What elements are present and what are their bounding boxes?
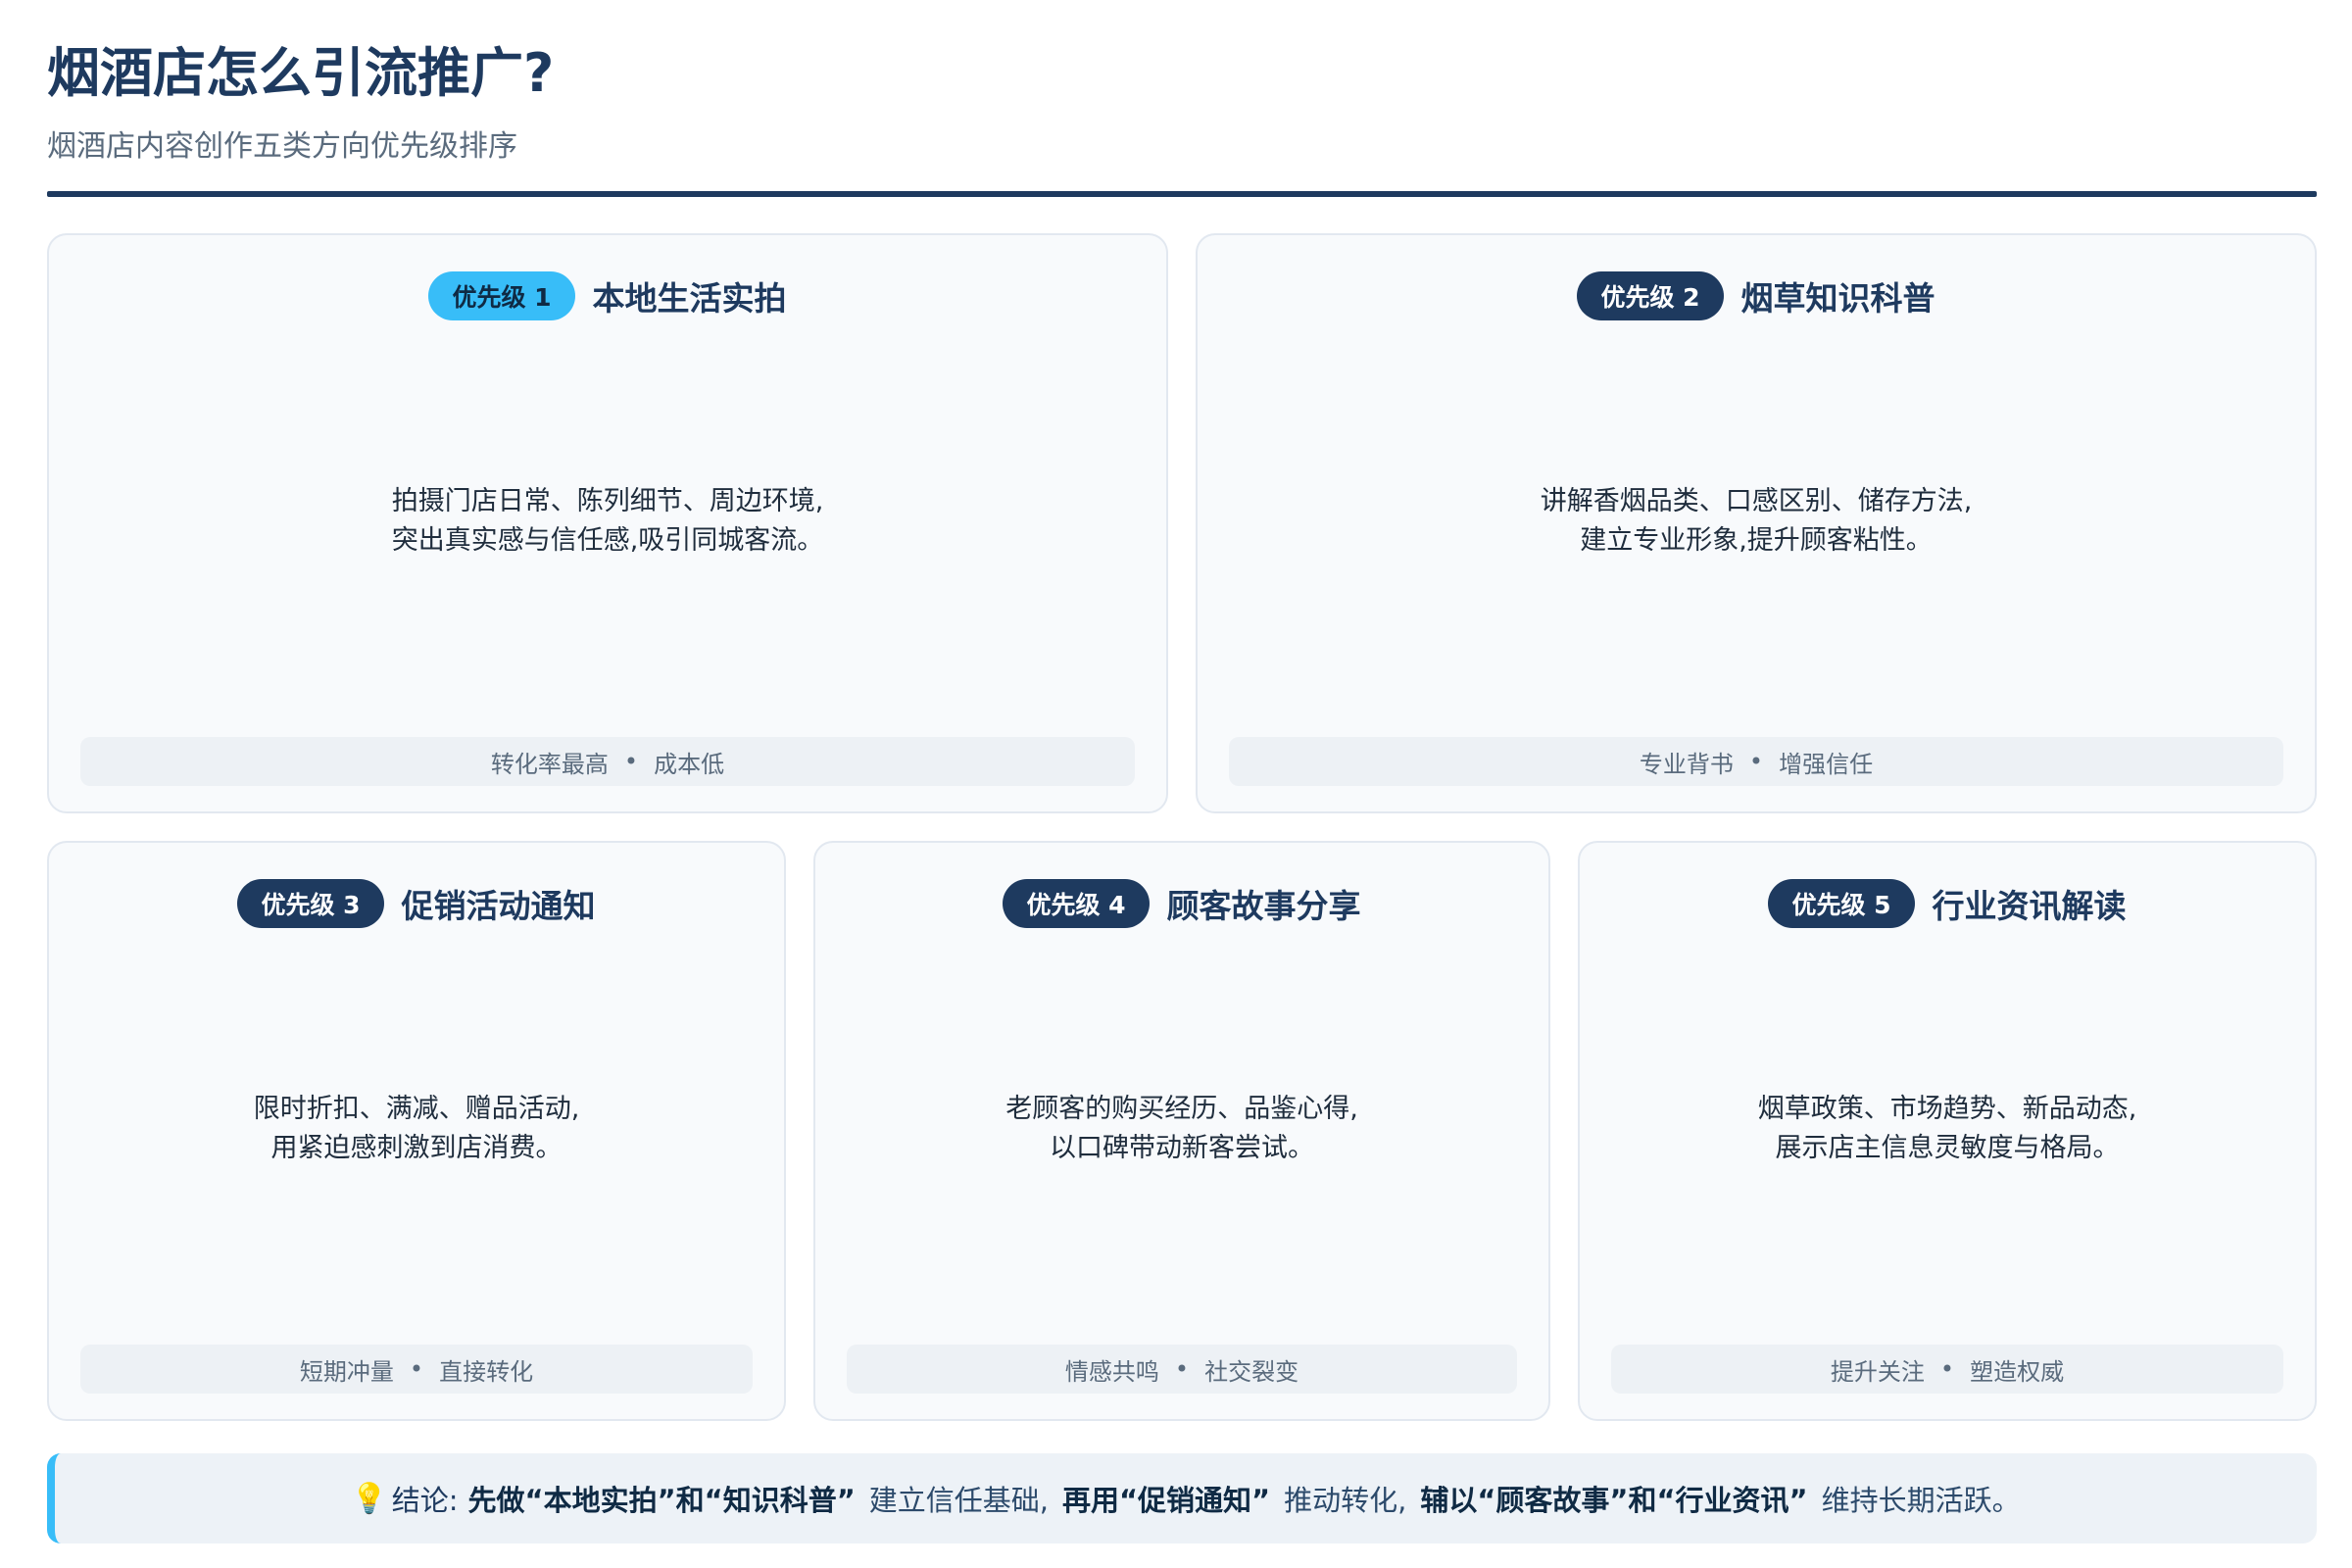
description-line: 突出真实感与信任感,吸引同城客流。 [391, 525, 824, 556]
card-header: 优先级 1 本地生活实拍 [49, 270, 1166, 321]
priority-card-3: 优先级 3 促销活动通知 限时折扣、满减、赠品活动, 用紧迫感刺激到店消费。 短… [47, 841, 786, 1421]
tag: 转化率最高 [490, 750, 609, 778]
priority-card-5: 优先级 5 行业资讯解读 烟草政策、市场趋势、新品动态, 展示店主信息灵敏度与格… [1578, 841, 2317, 1421]
card-title: 促销活动通知 [401, 887, 596, 925]
tag: 情感共鸣 [1064, 1357, 1159, 1386]
card-description: 讲解香烟品类、口感区别、储存方法, 建立专业形象,提升顾客粘性。 [1217, 321, 2295, 721]
conclusion-text: 维持长期活跃。 [1821, 1484, 2021, 1517]
card-description: 老顾客的购买经历、品鉴心得, 以口碑带动新客尝试。 [835, 929, 1529, 1329]
description-line: 限时折扣、满减、赠品活动, [253, 1094, 580, 1124]
card-description: 拍摄门店日常、陈列细节、周边环境, 突出真实感与信任感,吸引同城客流。 [69, 321, 1147, 721]
conclusion-emphasis: 再用“促销通知” [1062, 1484, 1271, 1517]
lightbulb-icon: 💡 [351, 1481, 388, 1516]
tag: 社交裂变 [1204, 1357, 1299, 1386]
tag-separator: • [1748, 748, 1764, 775]
card-tags: 转化率最高 • 成本低 [80, 737, 1135, 786]
description-line: 用紧迫感刺激到店消费。 [270, 1133, 563, 1163]
priority-badge: 优先级 1 [428, 271, 575, 320]
tag: 成本低 [654, 750, 725, 778]
priority-card-1: 优先级 1 本地生活实拍 拍摄门店日常、陈列细节、周边环境, 突出真实感与信任感… [47, 233, 1168, 813]
description-line: 展示店主信息灵敏度与格局。 [1775, 1133, 2120, 1163]
card-title: 本地生活实拍 [592, 279, 787, 318]
description-line: 老顾客的购买经历、品鉴心得, [1005, 1094, 1358, 1124]
conclusion-text: 建立信任基础, [868, 1484, 1049, 1517]
card-tags: 专业背书 • 增强信任 [1229, 737, 2283, 786]
tag: 直接转化 [439, 1357, 534, 1386]
card-title: 行业资讯解读 [1932, 887, 2127, 925]
priority-badge: 优先级 5 [1768, 879, 1915, 928]
priority-badge: 优先级 3 [237, 879, 384, 928]
card-tags: 短期冲量 • 直接转化 [80, 1345, 753, 1394]
conclusion-emphasis: 先做“本地实拍”和“知识科普” [467, 1484, 856, 1517]
tag: 短期冲量 [299, 1357, 394, 1386]
header-divider [47, 191, 2317, 197]
card-header: 优先级 4 顾客故事分享 [815, 878, 1548, 929]
card-header: 优先级 5 行业资讯解读 [1580, 878, 2315, 929]
priority-badge: 优先级 4 [1003, 879, 1150, 928]
description-line: 烟草政策、市场趋势、新品动态, [1757, 1094, 2137, 1124]
tag: 专业背书 [1639, 750, 1734, 778]
priority-card-2: 优先级 2 烟草知识科普 讲解香烟品类、口感区别、储存方法, 建立专业形象,提升… [1196, 233, 2317, 813]
card-header: 优先级 2 烟草知识科普 [1198, 270, 2315, 321]
page-subtitle: 烟酒店内容创作五类方向优先级排序 [47, 129, 517, 164]
page-title: 烟酒店怎么引流推广? [47, 42, 555, 104]
priority-card-4: 优先级 4 顾客故事分享 老顾客的购买经历、品鉴心得, 以口碑带动新客尝试。 情… [813, 841, 1550, 1421]
tag: 增强信任 [1779, 750, 1874, 778]
card-description: 限时折扣、满减、赠品活动, 用紧迫感刺激到店消费。 [69, 929, 764, 1329]
tag-separator: • [1174, 1355, 1190, 1383]
tag: 塑造权威 [1970, 1357, 2065, 1386]
conclusion-text: 推动转化, [1284, 1484, 1407, 1517]
page-header: 烟酒店怎么引流推广? 烟酒店内容创作五类方向优先级排序 [47, 39, 2317, 167]
tag-separator: • [1939, 1355, 1955, 1383]
card-header: 优先级 3 促销活动通知 [49, 878, 784, 929]
description-line: 拍摄门店日常、陈列细节、周边环境, [391, 486, 824, 516]
tag: 提升关注 [1830, 1357, 1925, 1386]
card-tags: 提升关注 • 塑造权威 [1611, 1345, 2283, 1394]
priority-badge: 优先级 2 [1577, 271, 1724, 320]
card-title: 顾客故事分享 [1166, 887, 1361, 925]
tag-separator: • [409, 1355, 424, 1383]
card-description: 烟草政策、市场趋势、新品动态, 展示店主信息灵敏度与格局。 [1599, 929, 2295, 1329]
conclusion-banner: 💡 结论: 先做“本地实拍”和“知识科普” 建立信任基础, 再用“促销通知” 推… [47, 1453, 2317, 1544]
conclusion-label: 结论: [391, 1484, 459, 1517]
description-line: 建立专业形象,提升顾客粘性。 [1580, 525, 1933, 556]
tag-separator: • [623, 748, 639, 775]
card-tags: 情感共鸣 • 社交裂变 [847, 1345, 1517, 1394]
conclusion-emphasis: 辅以“顾客故事”和“行业资讯” [1420, 1484, 1808, 1517]
card-title: 烟草知识科普 [1740, 279, 1936, 318]
description-line: 以口碑带动新客尝试。 [1050, 1133, 1314, 1163]
description-line: 讲解香烟品类、口感区别、储存方法, [1540, 486, 1973, 516]
